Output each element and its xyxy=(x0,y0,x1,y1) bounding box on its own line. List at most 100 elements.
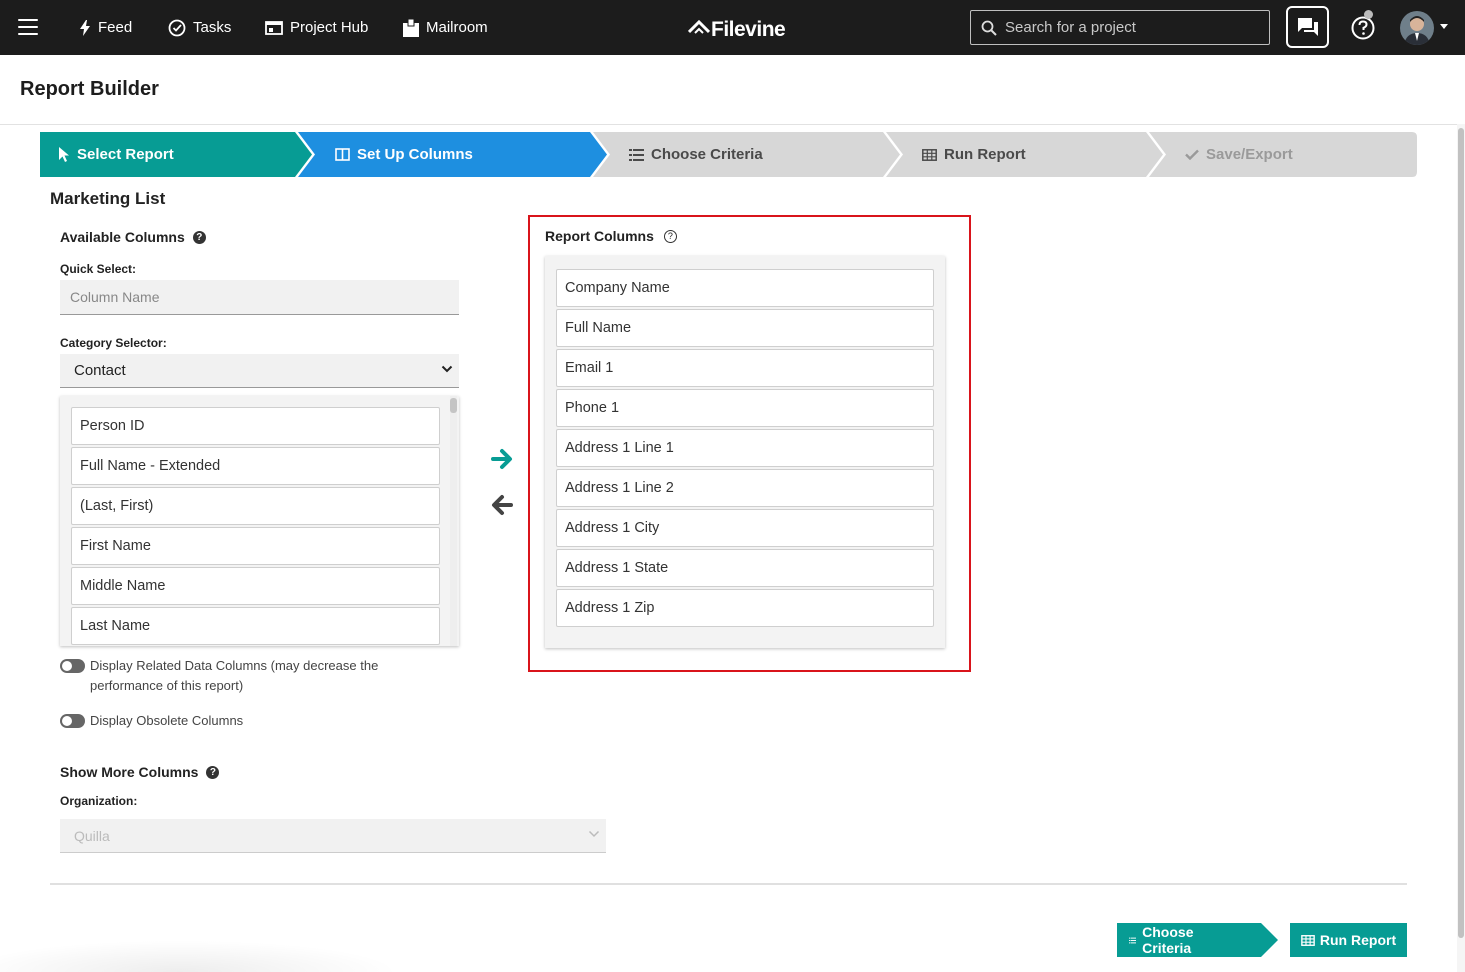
columns-icon xyxy=(335,148,350,161)
list-scrollbar[interactable] xyxy=(450,396,457,646)
list-item[interactable]: (Last, First) xyxy=(71,487,440,525)
available-columns-heading: Available Columns ? xyxy=(60,229,206,245)
step-label: Save/Export xyxy=(1206,146,1293,163)
list-item[interactable]: Last Name xyxy=(71,607,440,645)
question-outline-icon[interactable]: ? xyxy=(663,229,677,243)
list-item-label: Address 1 Line 2 xyxy=(565,480,674,496)
divider xyxy=(0,124,1457,125)
list-icon xyxy=(1129,937,1137,943)
chat-icon xyxy=(1297,18,1318,36)
list-item[interactable]: Address 1 Line 1 xyxy=(556,429,934,467)
list-item[interactable]: Phone 1 xyxy=(556,389,934,427)
step-label: Run Report xyxy=(944,146,1026,163)
list-item-label: Last Name xyxy=(80,618,151,634)
search-input[interactable] xyxy=(1005,19,1255,36)
table-icon xyxy=(1301,934,1315,946)
step-save-export: Save/Export xyxy=(1185,132,1293,177)
nav-project-hub[interactable]: Project Hub xyxy=(265,0,368,55)
available-columns-label: Available Columns xyxy=(60,229,185,245)
list-icon xyxy=(629,148,644,161)
related-data-toggle[interactable] xyxy=(60,659,85,673)
show-more-columns-label: Show More Columns xyxy=(60,764,199,780)
caret-down-icon[interactable] xyxy=(1440,24,1448,29)
divider xyxy=(50,883,1407,885)
page-scrollbar[interactable] xyxy=(1457,124,1465,972)
list-item[interactable]: Middle Name xyxy=(71,567,440,605)
step-label: Choose Criteria xyxy=(651,146,763,163)
list-item-label: Full Name xyxy=(565,320,632,336)
list-item[interactable]: Address 1 City xyxy=(556,509,934,547)
nav-tasks-label: Tasks xyxy=(193,19,232,36)
list-item-label: Address 1 Line 1 xyxy=(565,440,674,456)
list-item-label: Middle Name xyxy=(80,578,166,594)
list-item[interactable]: Company Name xyxy=(556,269,934,307)
list-item[interactable]: Full Name xyxy=(556,309,934,347)
step-choose-criteria[interactable]: Choose Criteria xyxy=(629,132,763,177)
nav-project-hub-label: Project Hub xyxy=(290,19,369,36)
list-item-label: Address 1 Zip xyxy=(565,600,655,616)
move-left-arrow-icon[interactable] xyxy=(490,493,514,517)
logo-text: Filevine xyxy=(711,18,786,41)
filevine-logo[interactable]: Filevine xyxy=(688,12,786,42)
question-icon[interactable]: ? xyxy=(206,765,220,779)
list-item[interactable]: First Name xyxy=(71,527,440,565)
list-item[interactable]: Full Name - Extended xyxy=(71,447,440,485)
report-columns-list[interactable]: Company Name Full Name Email 1 Phone 1 A… xyxy=(545,256,945,648)
list-item-label: First Name xyxy=(80,538,151,554)
nav-mailroom[interactable]: Mailroom xyxy=(403,0,488,55)
list-item-label: Email 1 xyxy=(565,360,614,376)
step-set-up-columns[interactable]: Set Up Columns xyxy=(335,132,473,177)
available-columns-list[interactable]: Person ID Full Name - Extended (Last, Fi… xyxy=(60,396,459,646)
step-label: Set Up Columns xyxy=(357,146,473,163)
related-data-label-line2: performance of this report) xyxy=(90,678,244,693)
list-scrollbar-thumb[interactable] xyxy=(450,398,457,413)
project-search[interactable] xyxy=(970,10,1270,45)
nav-feed[interactable]: Feed xyxy=(79,0,132,55)
quick-select-input[interactable] xyxy=(60,280,459,315)
choose-criteria-label: Choose Criteria xyxy=(1142,924,1194,956)
list-item-label: Address 1 State xyxy=(565,560,669,576)
logo-chevron-icon xyxy=(688,20,710,34)
scrollbar-thumb[interactable] xyxy=(1458,128,1464,938)
table-icon xyxy=(922,148,937,161)
list-item[interactable]: Person ID xyxy=(71,407,440,445)
user-avatar-icon xyxy=(1404,16,1430,45)
list-item[interactable]: Email 1 xyxy=(556,349,934,387)
list-item[interactable]: Address 1 Line 2 xyxy=(556,469,934,507)
choose-criteria-content: Choose Criteria xyxy=(1129,923,1199,957)
nav-mailroom-label: Mailroom xyxy=(426,19,488,36)
obsolete-columns-toggle[interactable] xyxy=(60,714,85,728)
related-data-toggle-row: Display Related Data Columns (may decrea… xyxy=(60,656,378,696)
category-select[interactable]: Contact xyxy=(60,354,459,388)
list-item-label: Company Name xyxy=(565,280,670,296)
bottom-shadow xyxy=(0,940,400,972)
page-title: Report Builder xyxy=(20,78,159,100)
check-circle-icon xyxy=(168,19,186,36)
question-icon[interactable]: ? xyxy=(192,230,206,244)
list-item-label: Person ID xyxy=(80,418,145,434)
category-selector-label: Category Selector: xyxy=(60,336,167,350)
hub-icon xyxy=(265,20,283,35)
chat-button[interactable] xyxy=(1286,6,1329,48)
menu-icon[interactable] xyxy=(18,19,38,35)
help-icon[interactable] xyxy=(1350,15,1376,41)
list-item-label: Full Name - Extended xyxy=(80,458,221,474)
step-run-report[interactable]: Run Report xyxy=(922,132,1026,177)
step-select-report[interactable]: Select Report xyxy=(58,132,174,177)
bolt-icon xyxy=(80,19,90,36)
organization-select: Quilla xyxy=(60,819,606,853)
organization-select-value: Quilla xyxy=(74,827,110,844)
organization-label: Organization: xyxy=(60,794,138,808)
move-right-arrow-icon[interactable] xyxy=(490,447,514,471)
avatar[interactable] xyxy=(1400,11,1434,45)
search-icon xyxy=(981,20,997,36)
list-item-label: Address 1 City xyxy=(565,520,660,536)
cursor-icon xyxy=(59,146,69,162)
quick-select-label: Quick Select: xyxy=(60,262,137,276)
list-item[interactable]: Address 1 State xyxy=(556,549,934,587)
nav-tasks[interactable]: Tasks xyxy=(168,0,231,55)
step-progress: Select Report Set Up Columns Choose Crit… xyxy=(40,132,1417,177)
run-report-button[interactable]: Run Report xyxy=(1290,923,1407,957)
list-item[interactable]: Address 1 Zip xyxy=(556,589,934,627)
mailroom-icon xyxy=(403,18,419,37)
